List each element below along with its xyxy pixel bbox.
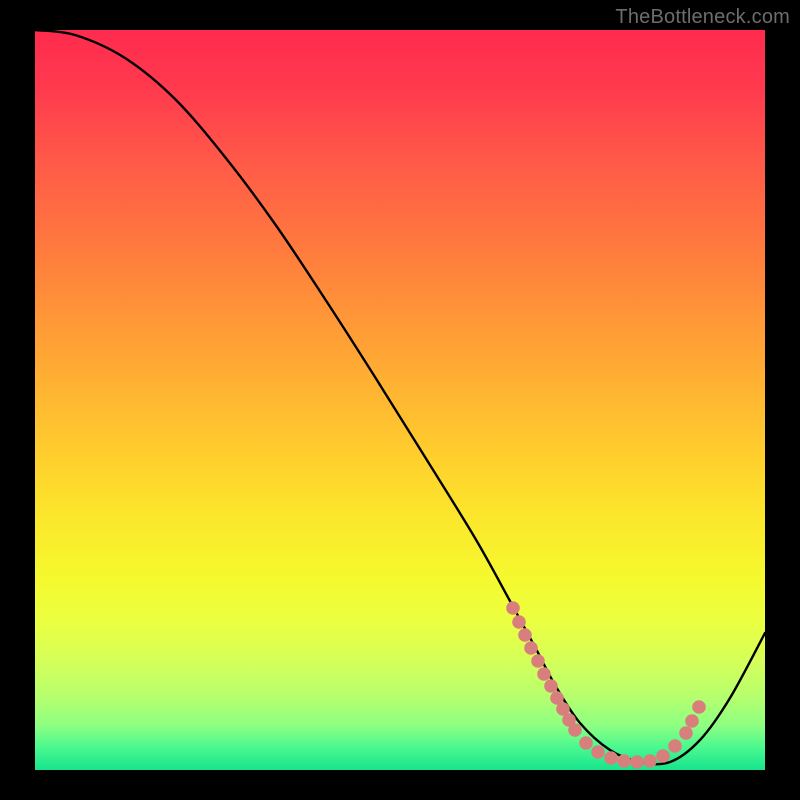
highlight-dot (630, 755, 644, 769)
highlight-dot (544, 679, 558, 693)
highlight-dot (524, 641, 538, 655)
highlight-dot (591, 745, 605, 759)
highlight-dot (579, 736, 593, 750)
highlight-dot (679, 726, 693, 740)
chart-svg (35, 30, 765, 770)
highlight-dots (506, 601, 706, 769)
highlight-dot (668, 739, 682, 753)
highlight-dot (604, 751, 618, 765)
highlight-dot (656, 749, 670, 763)
highlight-dot (568, 723, 582, 737)
highlight-dot (537, 667, 551, 681)
highlight-dot (512, 615, 526, 629)
highlight-dot (643, 754, 657, 768)
curve-line (35, 30, 765, 764)
highlight-dot (518, 628, 532, 642)
watermark: TheBottleneck.com (615, 6, 790, 29)
chart-area (35, 30, 765, 770)
highlight-dot (692, 700, 706, 714)
highlight-dot (685, 714, 699, 728)
highlight-dot (531, 654, 545, 668)
highlight-dot (506, 601, 520, 615)
highlight-dot (617, 754, 631, 768)
